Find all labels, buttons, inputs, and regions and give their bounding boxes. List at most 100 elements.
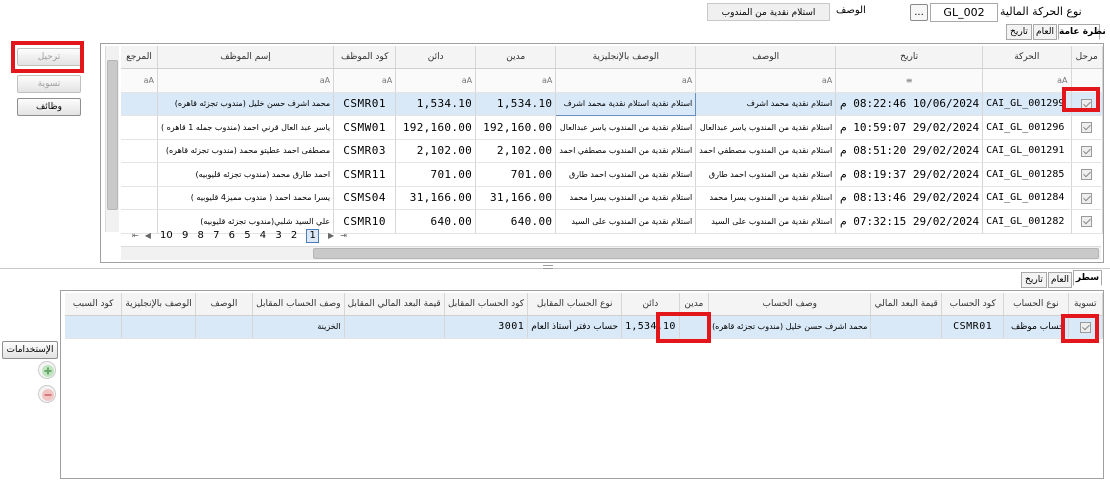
col-date[interactable]: تاريخ [835,46,984,69]
page-link[interactable]: 9 [182,227,188,245]
cell-posted[interactable] [1071,186,1103,210]
col-debit[interactable]: مدين [475,46,557,69]
cell-reference [121,162,158,187]
splitter-grip-icon[interactable] [543,265,553,269]
filter-cell[interactable]: aA [695,68,837,93]
cell-employee-name: يسرا محمد احمد ( مندوب مميز4 قليوبيه ) [157,186,335,210]
col-reason-code[interactable]: كود السبب [65,293,123,316]
col-description[interactable]: الوصف [695,46,837,69]
remove-line-button[interactable] [38,385,56,403]
table-row[interactable]: احمد طارق محمد (مندوب تجزئه قليوبيه) CSM… [121,162,1103,187]
panel-splitter[interactable] [0,268,1110,269]
col-offset-account-type[interactable]: نوع الحساب المقابل [527,293,623,316]
col-description-en[interactable]: الوصف بالإنجليزية [555,46,697,69]
page-link[interactable]: 7 [213,227,219,245]
grid-vertical-scrollbar[interactable] [105,46,119,232]
cell-description: استلام نقدية من المندوب ياسر عبدالعال [695,115,837,140]
table-row[interactable]: محمد اشرف حسن خليل (مندوب تجزئه قاهره) C… [121,91,1103,116]
page-link[interactable]: 5 [244,227,250,245]
add-line-button[interactable] [38,361,56,379]
col-account-code[interactable]: كود الحساب [941,293,1005,316]
prev-page-icon[interactable]: ◀ [145,227,151,245]
col-offset-dimension[interactable]: قيمة البعد المالي المقابل [344,293,445,316]
page-link[interactable]: 3 [275,227,281,245]
col-settle[interactable]: تسوية [1068,293,1103,316]
last-page-icon[interactable]: ⇥ [340,227,347,245]
filter-cell[interactable]: aA [121,68,158,93]
filter-cell[interactable]: aA [157,68,335,93]
tab-common-top[interactable]: العام [1033,24,1057,40]
col-employee-name[interactable]: إسم الموظف [157,46,335,69]
col-offset-account-code[interactable]: كود الحساب المقابل [444,293,529,316]
lines-header-row: كود السبب الوصف بالإنجليزية الوصف وصف ال… [65,293,1103,316]
cell-posted[interactable] [1071,139,1103,163]
uses-button[interactable]: الإستخدامات [2,341,58,359]
col-transaction[interactable]: الحركة [982,46,1072,69]
first-page-icon[interactable]: ⇤ [132,227,139,245]
description-input[interactable]: استلام نقدية من المندوب [707,3,830,21]
page-link[interactable]: 10 [160,227,173,245]
tab-overview[interactable]: نظرة عامة [1058,24,1106,40]
cell-date: 29/02/2024 08:51:20 م [835,139,984,163]
col-line-description[interactable]: الوصف [195,293,254,316]
filter-cell[interactable]: aA [555,68,697,93]
cell-description-en: استلام نقدية من المندوب مصطفي احمد [555,139,697,163]
grid-header-row: المرجع إسم الموظف كود الموظف دائن مدين ا… [121,46,1103,69]
posted-checkbox[interactable] [1081,169,1093,181]
cell-employee-code: CSMW01 [333,115,397,140]
transaction-type-label: نوع الحركة المالية [1000,5,1082,18]
posted-checkbox[interactable] [1081,192,1093,204]
cell-posted[interactable] [1071,209,1103,234]
current-page[interactable]: 1 [306,229,319,243]
tab-lines[interactable]: سطر [1073,270,1102,286]
page-link[interactable]: 4 [260,227,266,245]
cell-posted[interactable] [1071,115,1103,140]
page-link[interactable]: 6 [229,227,235,245]
cell-transaction-id: CAI_GL_001282 [982,209,1072,234]
cell-transaction-id: CAI_GL_001285 [982,162,1072,187]
col-offset-account-desc[interactable]: وصف الحساب المقابل [252,293,345,316]
tab-common-detail[interactable]: العام [1048,272,1072,288]
col-reference[interactable]: المرجع [121,46,158,69]
cell-date: 29/02/2024 08:19:37 م [835,162,984,187]
type-lookup-button[interactable]: ... [910,4,928,21]
posted-checkbox[interactable] [1081,216,1093,228]
filter-cell[interactable]: aA [982,68,1072,93]
page-link[interactable]: 2 [291,227,297,245]
posted-checkbox[interactable] [1081,145,1093,157]
functions-button[interactable]: وظائف [17,98,81,116]
col-dimension[interactable]: قيمة البعد المالي [870,293,943,316]
col-employee-code[interactable]: كود الموظف [333,46,397,69]
vertical-scroll-thumb[interactable] [107,60,118,210]
cell-description-en[interactable]: استلام نقدية استلام نقدية محمد اشرف [555,91,697,116]
col-account-type[interactable]: نوع الحساب [1003,293,1069,316]
filter-cell[interactable]: aA [475,68,557,93]
horizontal-scroll-thumb[interactable] [313,248,1099,259]
cell-employee-code: CSMR01 [333,92,397,116]
cell-posted[interactable] [1071,162,1103,187]
grid-filter-row: aA aA aA aA aA aA aA ≡ aA [121,68,1103,93]
col-line-description-en[interactable]: الوصف بالإنجليزية [121,293,196,316]
cell-description: استلام نقدية من المندوب مصطفي احمد [695,139,837,163]
table-row[interactable]: يسرا محمد احمد ( مندوب مميز4 قليوبيه ) C… [121,186,1103,210]
filter-cell-date[interactable]: ≡ [835,68,984,93]
col-posted[interactable]: مرحل [1071,46,1103,69]
table-row[interactable]: مصطفى احمد عطيتو محمد (مندوب تجزئه قاهره… [121,139,1103,163]
posted-checkbox[interactable] [1081,122,1093,134]
tab-history-detail[interactable]: تاريخ [1021,272,1047,288]
filter-cell[interactable]: aA [333,68,397,93]
settle-button[interactable]: تسوية [17,75,81,93]
table-row[interactable]: ياسر عبد العال قرني احمد (مندوب جمله 1 ق… [121,115,1103,140]
col-account-desc[interactable]: وصف الحساب [708,293,872,316]
next-page-icon[interactable]: ▶ [328,227,334,245]
grid-horizontal-scrollbar[interactable] [121,246,1101,260]
cell-offset-account-desc: الخزينة [252,315,345,339]
transaction-type-input[interactable]: GL_002 [930,3,998,22]
cell-reference [121,139,158,163]
cell-offset-account-code: 3001 [444,315,529,339]
col-credit[interactable]: دائن [395,46,477,69]
table-row[interactable]: الخزينة 3001 حساب دفتر أستاذ العام 1,534… [65,315,1103,339]
tab-history-top[interactable]: تاريخ [1006,24,1032,40]
page-link[interactable]: 8 [198,227,204,245]
filter-cell[interactable]: aA [395,68,477,93]
